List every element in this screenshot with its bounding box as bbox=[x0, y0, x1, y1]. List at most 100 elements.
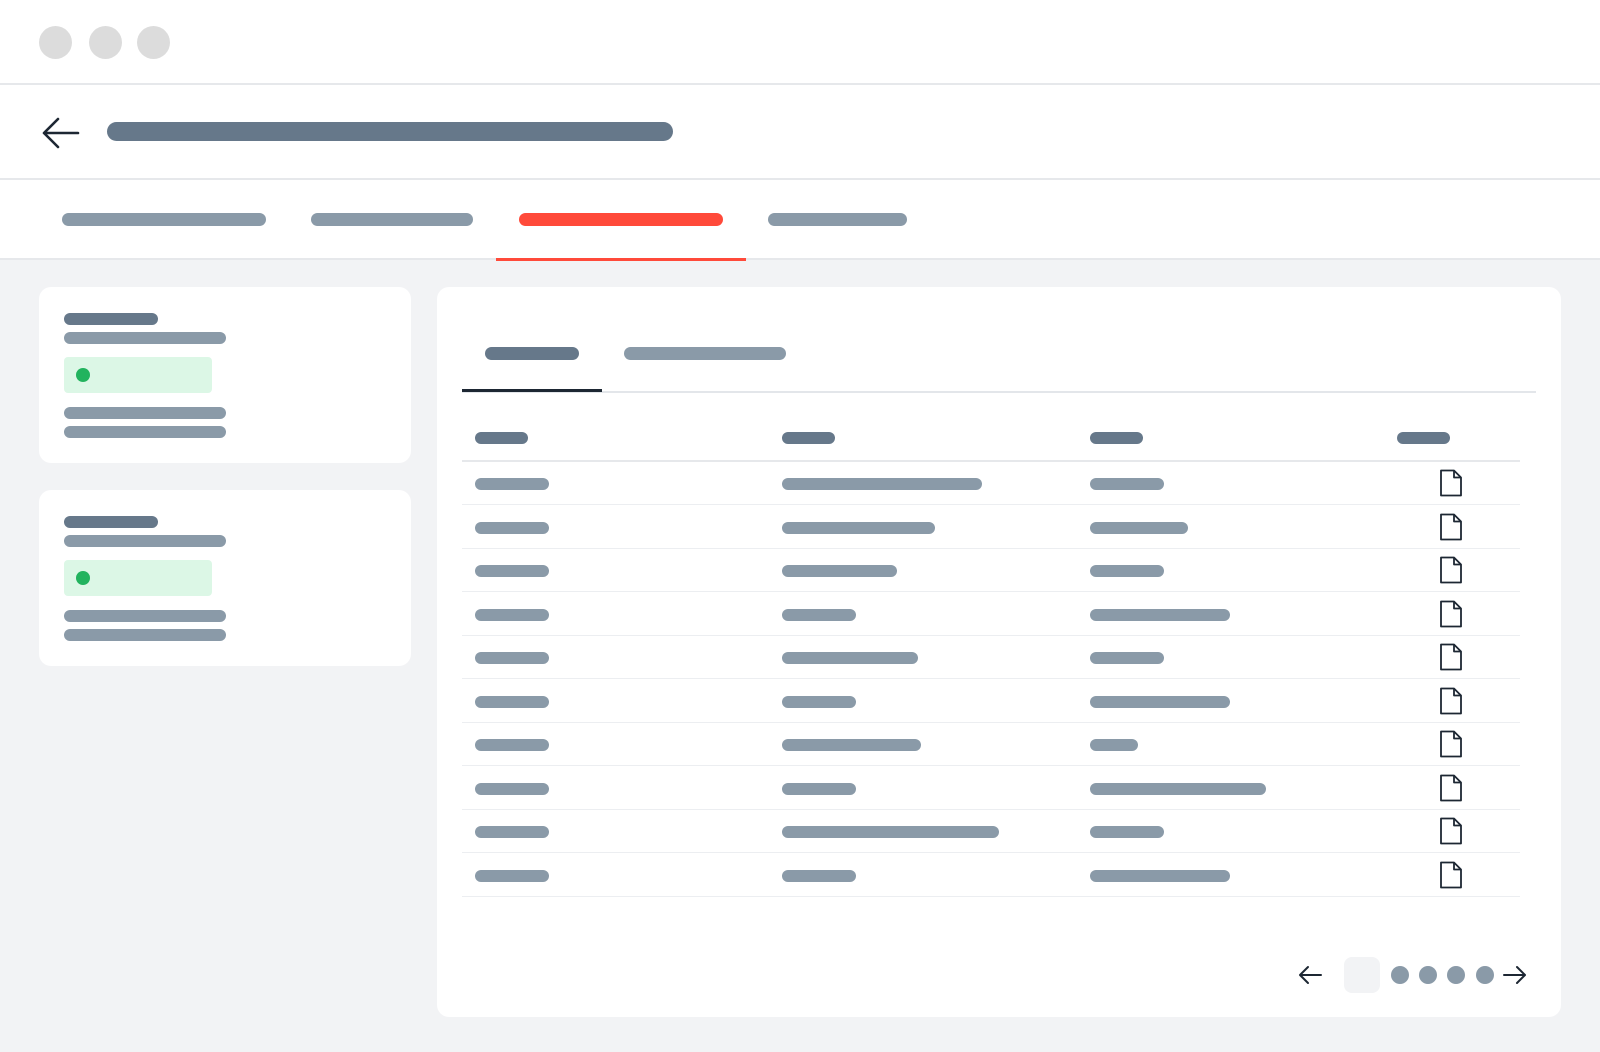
cell-col-3 bbox=[1090, 782, 1266, 795]
card-detail-line bbox=[64, 426, 226, 438]
tab-1[interactable] bbox=[55, 180, 280, 258]
active-tab-indicator bbox=[496, 258, 746, 261]
table-row[interactable] bbox=[462, 722, 1520, 766]
panel-tab-2[interactable] bbox=[612, 287, 802, 391]
cell-col-1 bbox=[475, 652, 549, 664]
card-detail-line bbox=[64, 610, 226, 622]
table-row[interactable] bbox=[462, 461, 1520, 505]
tab-2-label bbox=[311, 213, 473, 226]
cell-col-3 bbox=[1090, 695, 1230, 708]
panel-tab-2-label bbox=[624, 347, 786, 360]
cell-col-2 bbox=[782, 826, 999, 838]
cell-col-1 bbox=[475, 608, 549, 621]
arrow-right-icon[interactable] bbox=[1502, 962, 1528, 988]
cell-col-3 bbox=[1090, 826, 1164, 838]
arrow-left-icon[interactable] bbox=[40, 113, 80, 153]
cell-col-2 bbox=[782, 608, 856, 621]
summary-card-2 bbox=[39, 490, 411, 666]
page-current[interactable] bbox=[1344, 957, 1380, 993]
window-titlebar bbox=[0, 0, 1600, 85]
status-dot-icon bbox=[76, 571, 90, 585]
cell-col-1 bbox=[475, 695, 549, 708]
page-dot[interactable] bbox=[1419, 966, 1437, 984]
table-row[interactable] bbox=[462, 809, 1520, 853]
tab-4[interactable] bbox=[760, 180, 920, 258]
document-icon[interactable] bbox=[1439, 730, 1463, 758]
table-header bbox=[462, 415, 1520, 462]
window-close-button[interactable] bbox=[39, 26, 72, 59]
column-header-2[interactable] bbox=[782, 432, 835, 444]
page-dot[interactable] bbox=[1476, 966, 1494, 984]
table-row[interactable] bbox=[462, 853, 1520, 897]
window-minimize-button[interactable] bbox=[89, 26, 122, 59]
document-icon[interactable] bbox=[1439, 817, 1463, 845]
table-row[interactable] bbox=[462, 635, 1520, 679]
table-row[interactable] bbox=[462, 592, 1520, 636]
cell-col-1 bbox=[475, 739, 549, 751]
cell-col-2 bbox=[782, 869, 856, 882]
cell-col-2 bbox=[782, 652, 918, 664]
cell-col-2 bbox=[782, 739, 921, 751]
panel-tab-bar bbox=[462, 287, 1536, 393]
status-dot-icon bbox=[76, 368, 90, 382]
document-icon[interactable] bbox=[1439, 556, 1463, 584]
table-row[interactable] bbox=[462, 766, 1520, 810]
page-title bbox=[107, 122, 673, 141]
cell-col-3 bbox=[1090, 869, 1230, 882]
card-detail-line bbox=[64, 629, 226, 641]
cell-col-2 bbox=[782, 565, 897, 577]
cell-col-2 bbox=[782, 695, 856, 708]
cell-col-3 bbox=[1090, 521, 1188, 534]
document-icon[interactable] bbox=[1439, 513, 1463, 541]
cell-col-1 bbox=[475, 782, 549, 795]
status-badge bbox=[64, 357, 212, 393]
tab-3-label bbox=[519, 213, 723, 226]
cell-col-1 bbox=[475, 826, 549, 838]
card-detail-line bbox=[64, 407, 226, 419]
tab-1-label bbox=[62, 213, 266, 226]
document-icon[interactable] bbox=[1439, 687, 1463, 715]
document-icon[interactable] bbox=[1439, 643, 1463, 671]
card-title bbox=[64, 516, 158, 528]
cell-col-1 bbox=[475, 869, 549, 882]
document-icon[interactable] bbox=[1439, 469, 1463, 497]
table-row[interactable] bbox=[462, 505, 1520, 549]
cell-col-3 bbox=[1090, 608, 1230, 621]
cell-col-2 bbox=[782, 521, 935, 534]
main-panel bbox=[437, 287, 1561, 1017]
tab-bar bbox=[0, 180, 1600, 261]
cell-col-3 bbox=[1090, 739, 1138, 751]
cell-col-2 bbox=[782, 782, 856, 795]
page-dot[interactable] bbox=[1447, 966, 1465, 984]
page-header bbox=[0, 85, 1600, 180]
tab-4-label bbox=[768, 213, 907, 226]
cell-col-1 bbox=[475, 478, 549, 490]
arrow-left-icon[interactable] bbox=[1297, 962, 1323, 988]
panel-tab-1-active[interactable] bbox=[462, 287, 602, 391]
cell-col-2 bbox=[782, 478, 982, 490]
active-panel-tab-indicator bbox=[462, 389, 602, 392]
document-icon[interactable] bbox=[1439, 600, 1463, 628]
cell-col-3 bbox=[1090, 478, 1164, 490]
document-icon[interactable] bbox=[1439, 861, 1463, 889]
column-header-3[interactable] bbox=[1090, 432, 1143, 444]
status-badge bbox=[64, 560, 212, 596]
cell-col-1 bbox=[475, 521, 549, 534]
tab-3-active[interactable] bbox=[496, 180, 746, 258]
column-header-1[interactable] bbox=[475, 432, 528, 444]
cell-col-3 bbox=[1090, 652, 1164, 664]
page-dot[interactable] bbox=[1391, 966, 1409, 984]
tab-2[interactable] bbox=[300, 180, 483, 258]
card-subtitle bbox=[64, 332, 226, 344]
window-maximize-button[interactable] bbox=[137, 26, 170, 59]
panel-tab-1-label bbox=[485, 347, 579, 360]
pagination bbox=[1297, 955, 1547, 995]
column-header-4[interactable] bbox=[1397, 432, 1450, 444]
card-title bbox=[64, 313, 158, 325]
cell-col-1 bbox=[475, 565, 549, 577]
table-row[interactable] bbox=[462, 679, 1520, 723]
card-subtitle bbox=[64, 535, 226, 547]
table-row[interactable] bbox=[462, 548, 1520, 592]
cell-col-3 bbox=[1090, 565, 1164, 577]
document-icon[interactable] bbox=[1439, 774, 1463, 802]
